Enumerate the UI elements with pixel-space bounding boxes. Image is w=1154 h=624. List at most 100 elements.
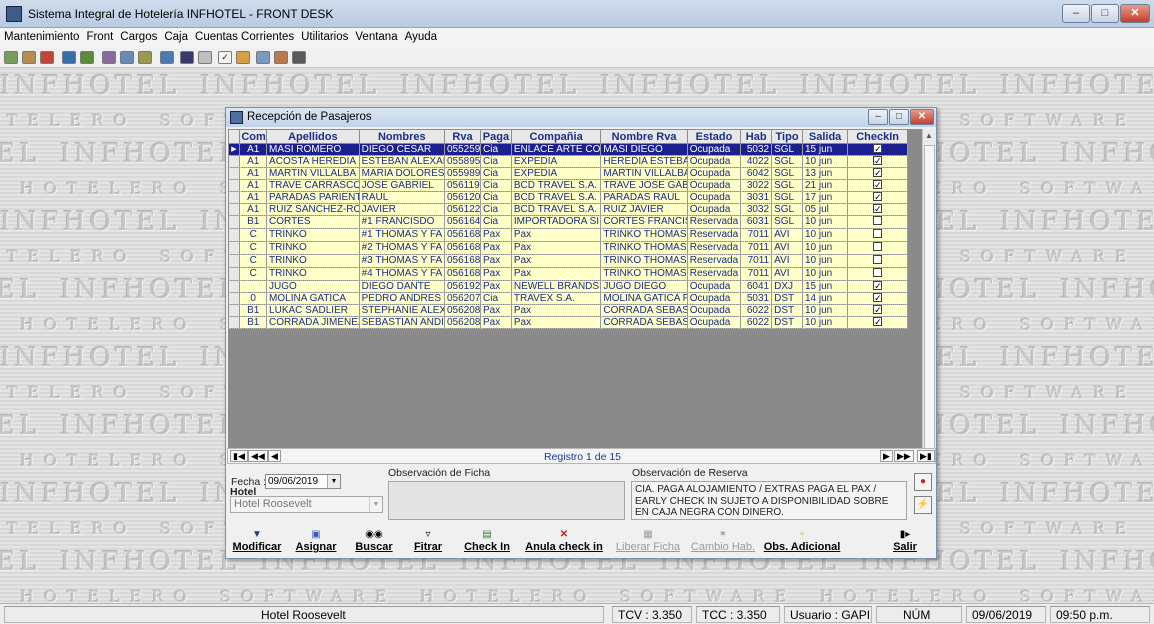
cell-salida[interactable]: 10 jun (802, 304, 849, 317)
modificar-button[interactable]: ▼ Modificar (229, 528, 285, 556)
cell-salida[interactable]: 15 jun (802, 280, 849, 293)
cell-checkin[interactable] (847, 254, 908, 268)
cell-com[interactable]: 0 (239, 292, 268, 305)
row-indicator[interactable] (228, 304, 241, 317)
cell-rva[interactable]: 056168 (444, 267, 481, 281)
row-indicator[interactable] (228, 203, 241, 216)
cell-apellidos[interactable]: MARTIN VILLALBA (266, 167, 360, 180)
cell-compania[interactable]: Pax (511, 304, 602, 317)
cell-nombres[interactable]: JOSE GABRIEL (359, 179, 446, 192)
fecha-input[interactable]: 09/06/2019 ▼ (265, 474, 341, 489)
unchecked-checkbox[interactable] (873, 229, 883, 238)
cell-compania[interactable]: ENLACE ARTE CO (511, 143, 602, 156)
table-row[interactable]: A1 TRAVE CARRASCO JOSE GABRIEL 056119 Cia BCD… (228, 179, 908, 192)
cell-rva[interactable]: 056122 (444, 203, 481, 216)
cell-estado[interactable]: Reservada (687, 254, 742, 268)
cell-apellidos[interactable]: TRINKO (266, 267, 360, 281)
cell-paga[interactable]: Pax (480, 280, 512, 293)
cell-checkin[interactable] (847, 215, 908, 229)
anula-check-in-button[interactable]: ✕ Anula check in (522, 528, 606, 556)
cell-nombre-rva[interactable]: PARADAS RAUL (600, 191, 688, 204)
checkout-toolbar-icon[interactable] (22, 51, 36, 64)
checkin-toolbar-icon[interactable] (4, 51, 18, 64)
cell-com[interactable]: A1 (239, 191, 268, 204)
cell-com[interactable]: B1 (239, 316, 268, 329)
cell-tipo[interactable]: SGL (771, 203, 803, 216)
table-row[interactable]: A1 MARTIN VILLALBA MARIA DOLORES 055989 Cia E… (228, 167, 908, 180)
cell-checkin[interactable]: ✓ (847, 143, 908, 156)
cell-salida[interactable]: 15 jun (802, 143, 849, 156)
cell-nombres[interactable]: MARIA DOLORES (359, 167, 446, 180)
row-indicator[interactable] (228, 292, 241, 305)
table-row[interactable]: B1 LUKAC SADLIER STEPHANIE ALEX 056208 Pax Pa… (228, 304, 908, 317)
asignar-button[interactable]: ▣ Asignar (289, 528, 343, 556)
unchecked-checkbox[interactable] (873, 268, 883, 277)
next-record-icon[interactable]: ▶ (880, 450, 893, 462)
cell-nombres[interactable]: #1 THOMAS Y FA (359, 228, 446, 242)
cell-paga[interactable]: Pax (480, 304, 512, 317)
cell-salida[interactable]: 10 jun (802, 228, 849, 242)
cell-rva[interactable]: 056192 (444, 280, 481, 293)
cell-estado[interactable]: Ocupada (687, 191, 742, 204)
cell-apellidos[interactable]: TRINKO (266, 254, 360, 268)
cambio-hab-button[interactable]: ✶ Cambio Hab. (687, 528, 759, 556)
checked-checkbox[interactable]: ✓ (873, 281, 883, 291)
cell-paga[interactable]: Cia (480, 143, 512, 156)
buscar-button[interactable]: ◉◉ Buscar (349, 528, 399, 556)
cell-tipo[interactable]: SGL (771, 215, 803, 229)
cell-hab[interactable]: 6041 (740, 280, 773, 293)
cell-estado[interactable]: Ocupada (687, 304, 742, 317)
scroll-up-arrow-icon[interactable]: ▲ (925, 131, 933, 140)
table-row[interactable]: C TRINKO #2 THOMAS Y FA 056168 Pax Pax TRINKO … (228, 241, 908, 255)
cell-nombres[interactable]: ESTEBAN ALEXAI (359, 155, 446, 168)
liberar-ficha-button[interactable]: ▦ Liberar Ficha (613, 528, 683, 556)
table-row[interactable]: ▶ A1 MASI ROMERO DIEGO CESAR 055259 Cia ENLACE… (228, 143, 908, 156)
cell-apellidos[interactable]: ACOSTA HEREDIA (266, 155, 360, 168)
cell-salida[interactable]: 10 jun (802, 267, 849, 281)
cell-tipo[interactable]: AVI (771, 267, 803, 281)
cell-nombre-rva[interactable]: TRINKO THOMAS Y (600, 241, 688, 255)
cell-estado[interactable]: Reservada (687, 241, 742, 255)
col-paga[interactable]: Paga (480, 129, 512, 144)
cell-hab[interactable]: 4022 (740, 155, 773, 168)
table-row[interactable]: 0 MOLINA GATICA PEDRO ANDRES 056207 Cia TRAVE… (228, 292, 908, 305)
guests-toolbar-icon[interactable] (40, 51, 54, 64)
cell-hab[interactable]: 7011 (740, 254, 773, 268)
minimize-button[interactable]: – (1062, 4, 1090, 23)
child-close-button[interactable]: ✕ (910, 109, 934, 125)
cell-hab[interactable]: 3032 (740, 203, 773, 216)
cell-salida[interactable]: 10 jun (802, 155, 849, 168)
cell-apellidos[interactable]: JUGO (266, 280, 360, 293)
row-indicator[interactable] (228, 316, 241, 329)
cell-estado[interactable]: Ocupada (687, 143, 742, 156)
cell-compania[interactable]: Pax (511, 254, 602, 268)
cell-paga[interactable]: Cia (480, 203, 512, 216)
cell-checkin[interactable]: ✓ (847, 304, 908, 317)
table-row[interactable]: A1 PARADAS PARIENT RAUL 056120 Cia BCD TRAVEL… (228, 191, 908, 204)
cell-estado[interactable]: Ocupada (687, 167, 742, 180)
cell-hab[interactable]: 5032 (740, 143, 773, 156)
cell-nombre-rva[interactable]: MOLINA GATICA PE (600, 292, 688, 305)
table-row[interactable]: JUGO DIEGO DANTE 056192 Pax NEWELL BRANDS JUG… (228, 280, 908, 293)
cell-com[interactable]: A1 (239, 167, 268, 180)
row-indicator[interactable] (228, 191, 241, 204)
stop-icon[interactable]: ● (914, 473, 932, 491)
col-rva[interactable]: Rva (444, 129, 481, 144)
cell-rva[interactable]: 056168 (444, 241, 481, 255)
cell-paga[interactable]: Cia (480, 215, 512, 229)
cashier-toolbar-icon[interactable] (102, 51, 116, 64)
cell-hab[interactable]: 7011 (740, 267, 773, 281)
cell-paga[interactable]: Cia (480, 292, 512, 305)
cell-hab[interactable]: 6022 (740, 316, 773, 329)
key-toolbar-icon[interactable] (274, 51, 288, 64)
checked-checkbox[interactable]: ✓ (873, 156, 883, 166)
cell-compania[interactable]: BCD TRAVEL S.A. (511, 203, 602, 216)
cell-compania[interactable]: EXPEDIA (511, 167, 602, 180)
cell-com[interactable]: A1 (239, 155, 268, 168)
cell-paga[interactable]: Cia (480, 167, 512, 180)
cell-nombre-rva[interactable]: HEREDIA ESTEBAN (600, 155, 688, 168)
cell-apellidos[interactable]: TRAVE CARRASCO (266, 179, 360, 192)
menu-ventana[interactable]: Ventana (351, 28, 400, 43)
unchecked-checkbox[interactable] (873, 216, 883, 225)
cell-salida[interactable]: 14 jun (802, 292, 849, 305)
